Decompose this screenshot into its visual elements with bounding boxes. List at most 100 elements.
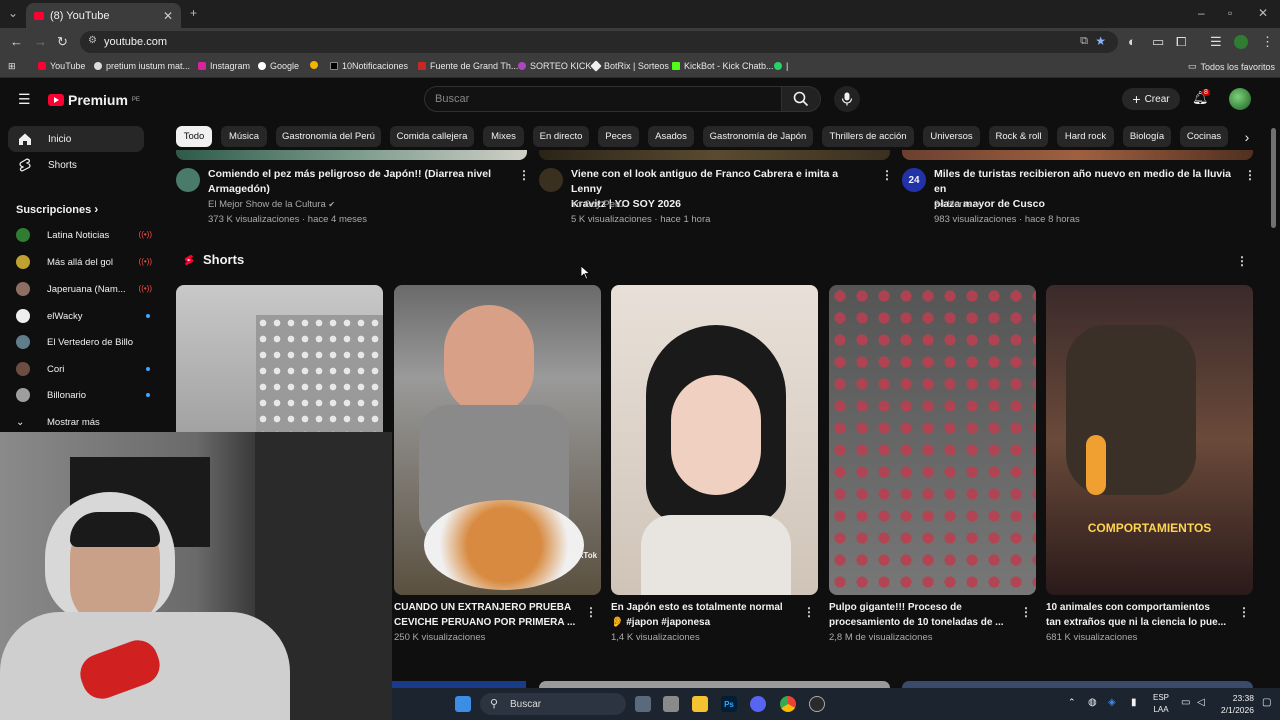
- chips-next-arrow-icon[interactable]: ›: [1236, 126, 1258, 147]
- bookmark-instagram[interactable]: Instagram: [198, 61, 250, 71]
- notification-center-icon[interactable]: ▢: [1262, 697, 1271, 708]
- channel-avatar[interactable]: 24: [902, 168, 926, 192]
- chip-biologia[interactable]: Biología: [1123, 126, 1171, 147]
- video-channel[interactable]: El Mejor Show de la Cultura ✔: [208, 197, 335, 212]
- short-menu-icon[interactable]: ⋮: [1020, 605, 1032, 619]
- channel-avatar[interactable]: [539, 168, 563, 192]
- account-avatar[interactable]: [1229, 88, 1251, 110]
- short-title[interactable]: Pulpo gigante!!! Proceso de procesamiento…: [829, 600, 1014, 630]
- close-tab-icon[interactable]: ✕: [163, 9, 173, 23]
- bookmark-fuente[interactable]: Fuente de Grand Th...: [418, 61, 518, 71]
- reload-icon[interactable]: ↻: [57, 34, 68, 50]
- video-thumbnail[interactable]: [392, 681, 526, 688]
- site-info-icon[interactable]: ⚙: [88, 35, 97, 46]
- short-menu-icon[interactable]: ⋮: [585, 605, 597, 619]
- bookmark-notifications[interactable]: 10Notificaciones: [330, 61, 408, 71]
- network-icon[interactable]: ▭: [1181, 697, 1190, 708]
- short-menu-icon[interactable]: ⋮: [803, 605, 815, 619]
- chip-musica[interactable]: Música: [221, 126, 267, 147]
- subscription-japeruana[interactable]: Japeruana (Nam... ((•)): [16, 280, 152, 298]
- back-icon[interactable]: ←: [10, 34, 23, 49]
- search-input[interactable]: Buscar: [424, 86, 782, 112]
- video-thumbnail[interactable]: [902, 681, 1253, 688]
- subscriptions-heading[interactable]: Suscripciones ›: [16, 202, 98, 216]
- chevron-up-icon[interactable]: ⌃: [1068, 697, 1076, 708]
- apps-grid-icon[interactable]: ⊞: [8, 61, 16, 72]
- photoshop-icon[interactable]: Ps: [721, 696, 737, 712]
- cast-icon[interactable]: ⧉: [1080, 35, 1088, 48]
- short-thumbnail[interactable]: [829, 285, 1036, 595]
- tray-3-icon[interactable]: ▮: [1131, 697, 1137, 708]
- chip-todo[interactable]: Todo: [176, 126, 212, 147]
- short-thumbnail[interactable]: [611, 285, 818, 595]
- chip-mixes[interactable]: Mixes: [483, 126, 524, 147]
- video-thumbnail[interactable]: [902, 150, 1253, 160]
- subscription-latina[interactable]: Latina Noticias ((•)): [16, 226, 152, 244]
- sidebar-item-shorts[interactable]: Shorts: [8, 152, 144, 178]
- create-button[interactable]: + Crear: [1122, 88, 1180, 110]
- extension-icon[interactable]: ◐: [1128, 34, 1136, 49]
- chip-en-directo[interactable]: En directo: [533, 126, 589, 147]
- bookmark-pretium[interactable]: pretium iustum mat...: [94, 61, 190, 71]
- forward-icon[interactable]: →: [34, 34, 47, 49]
- discord-icon[interactable]: [750, 696, 766, 712]
- browser-tab[interactable]: (8) YouTube ✕: [26, 3, 181, 28]
- minimize-icon[interactable]: –: [1198, 6, 1205, 20]
- window-close-icon[interactable]: ✕: [1258, 6, 1268, 20]
- video-channel[interactable]: Yo Soy Perú: [571, 197, 623, 212]
- bookmark-kickbot[interactable]: KickBot - Kick Chatb...: [672, 61, 774, 71]
- all-bookmarks[interactable]: ▭ Todos los favoritos: [1188, 61, 1275, 72]
- bookmark-whatsapp[interactable]: |: [774, 61, 788, 71]
- chip-cocinas[interactable]: Cocinas: [1180, 126, 1228, 147]
- bookmark-youtube[interactable]: YouTube: [38, 61, 85, 71]
- video-channel[interactable]: 24 Horas ✔: [934, 197, 982, 212]
- system-clock[interactable]: 23:38 2/1/2026: [1216, 692, 1254, 716]
- subscription-elwacky[interactable]: elWacky: [16, 307, 150, 325]
- bookmark-pinwheel[interactable]: [310, 61, 318, 69]
- chip-universos[interactable]: Universos: [923, 126, 980, 147]
- tab-list-icon[interactable]: ⌄: [8, 6, 18, 20]
- tray-icon[interactable]: ◍: [1088, 697, 1097, 708]
- chip-gastronomia-japon[interactable]: Gastronomía de Japón: [703, 126, 813, 147]
- file-explorer-icon[interactable]: [692, 696, 708, 712]
- volume-icon[interactable]: ◁: [1197, 697, 1205, 708]
- chip-asados[interactable]: Asados: [648, 126, 694, 147]
- search-button[interactable]: [781, 86, 821, 112]
- app-2-icon[interactable]: [809, 696, 825, 712]
- video-menu-icon[interactable]: ⋮: [881, 168, 893, 182]
- subscription-cori[interactable]: Cori: [16, 360, 150, 378]
- chip-peces[interactable]: Peces: [598, 126, 639, 147]
- video-thumbnail[interactable]: [539, 681, 890, 688]
- chip-comida-callejera[interactable]: Comida callejera: [390, 126, 474, 147]
- youtube-premium-logo[interactable]: Premium PE: [48, 92, 140, 108]
- page-scrollbar[interactable]: [1271, 128, 1276, 228]
- address-bar[interactable]: ⚙ youtube.com ⧉ ★: [80, 31, 1118, 53]
- taskbar-search[interactable]: ⚲ Buscar: [480, 693, 626, 715]
- short-menu-icon[interactable]: ⋮: [1238, 605, 1250, 619]
- windows-start-icon[interactable]: [455, 696, 471, 712]
- bookmark-star-icon[interactable]: ★: [1095, 34, 1106, 48]
- short-title[interactable]: CUANDO UN EXTRANJERO PRUEBA CEVICHE PERUA…: [394, 600, 579, 630]
- bookmark-botrix[interactable]: BotRix | Sorteos: [590, 60, 669, 72]
- channel-avatar[interactable]: [176, 168, 200, 192]
- app-icon[interactable]: [663, 696, 679, 712]
- subscription-mas-alla-del-gol[interactable]: Más allá del gol ((•)): [16, 253, 152, 271]
- bookmark-google[interactable]: Google: [258, 61, 299, 71]
- chrome-icon[interactable]: [780, 696, 796, 712]
- short-thumbnail[interactable]: TikTok: [394, 285, 601, 595]
- language-indicator[interactable]: ESP LAA: [1153, 692, 1169, 716]
- bookmark-sorteo-kick[interactable]: SORTEO KICK: [518, 61, 591, 71]
- profile-avatar[interactable]: [1234, 35, 1248, 49]
- sidebar-item-inicio[interactable]: Inicio: [8, 126, 144, 152]
- chrome-menu-icon[interactable]: ⋮: [1261, 34, 1274, 50]
- short-title[interactable]: 10 animales con comportamientos tan extra…: [1046, 600, 1231, 630]
- maximize-icon[interactable]: ▫: [1228, 6, 1232, 20]
- video-thumbnail[interactable]: [176, 150, 527, 160]
- video-menu-icon[interactable]: ⋮: [1244, 168, 1256, 182]
- chip-thrillers[interactable]: Thrillers de acción: [822, 126, 914, 147]
- video-menu-icon[interactable]: ⋮: [518, 168, 530, 182]
- extension-2-icon[interactable]: ▭: [1152, 34, 1164, 50]
- chip-hard-rock[interactable]: Hard rock: [1057, 126, 1114, 147]
- tray-2-icon[interactable]: ◈: [1108, 697, 1116, 708]
- video-title[interactable]: Comiendo el pez más peligroso de Japón!!…: [208, 167, 508, 197]
